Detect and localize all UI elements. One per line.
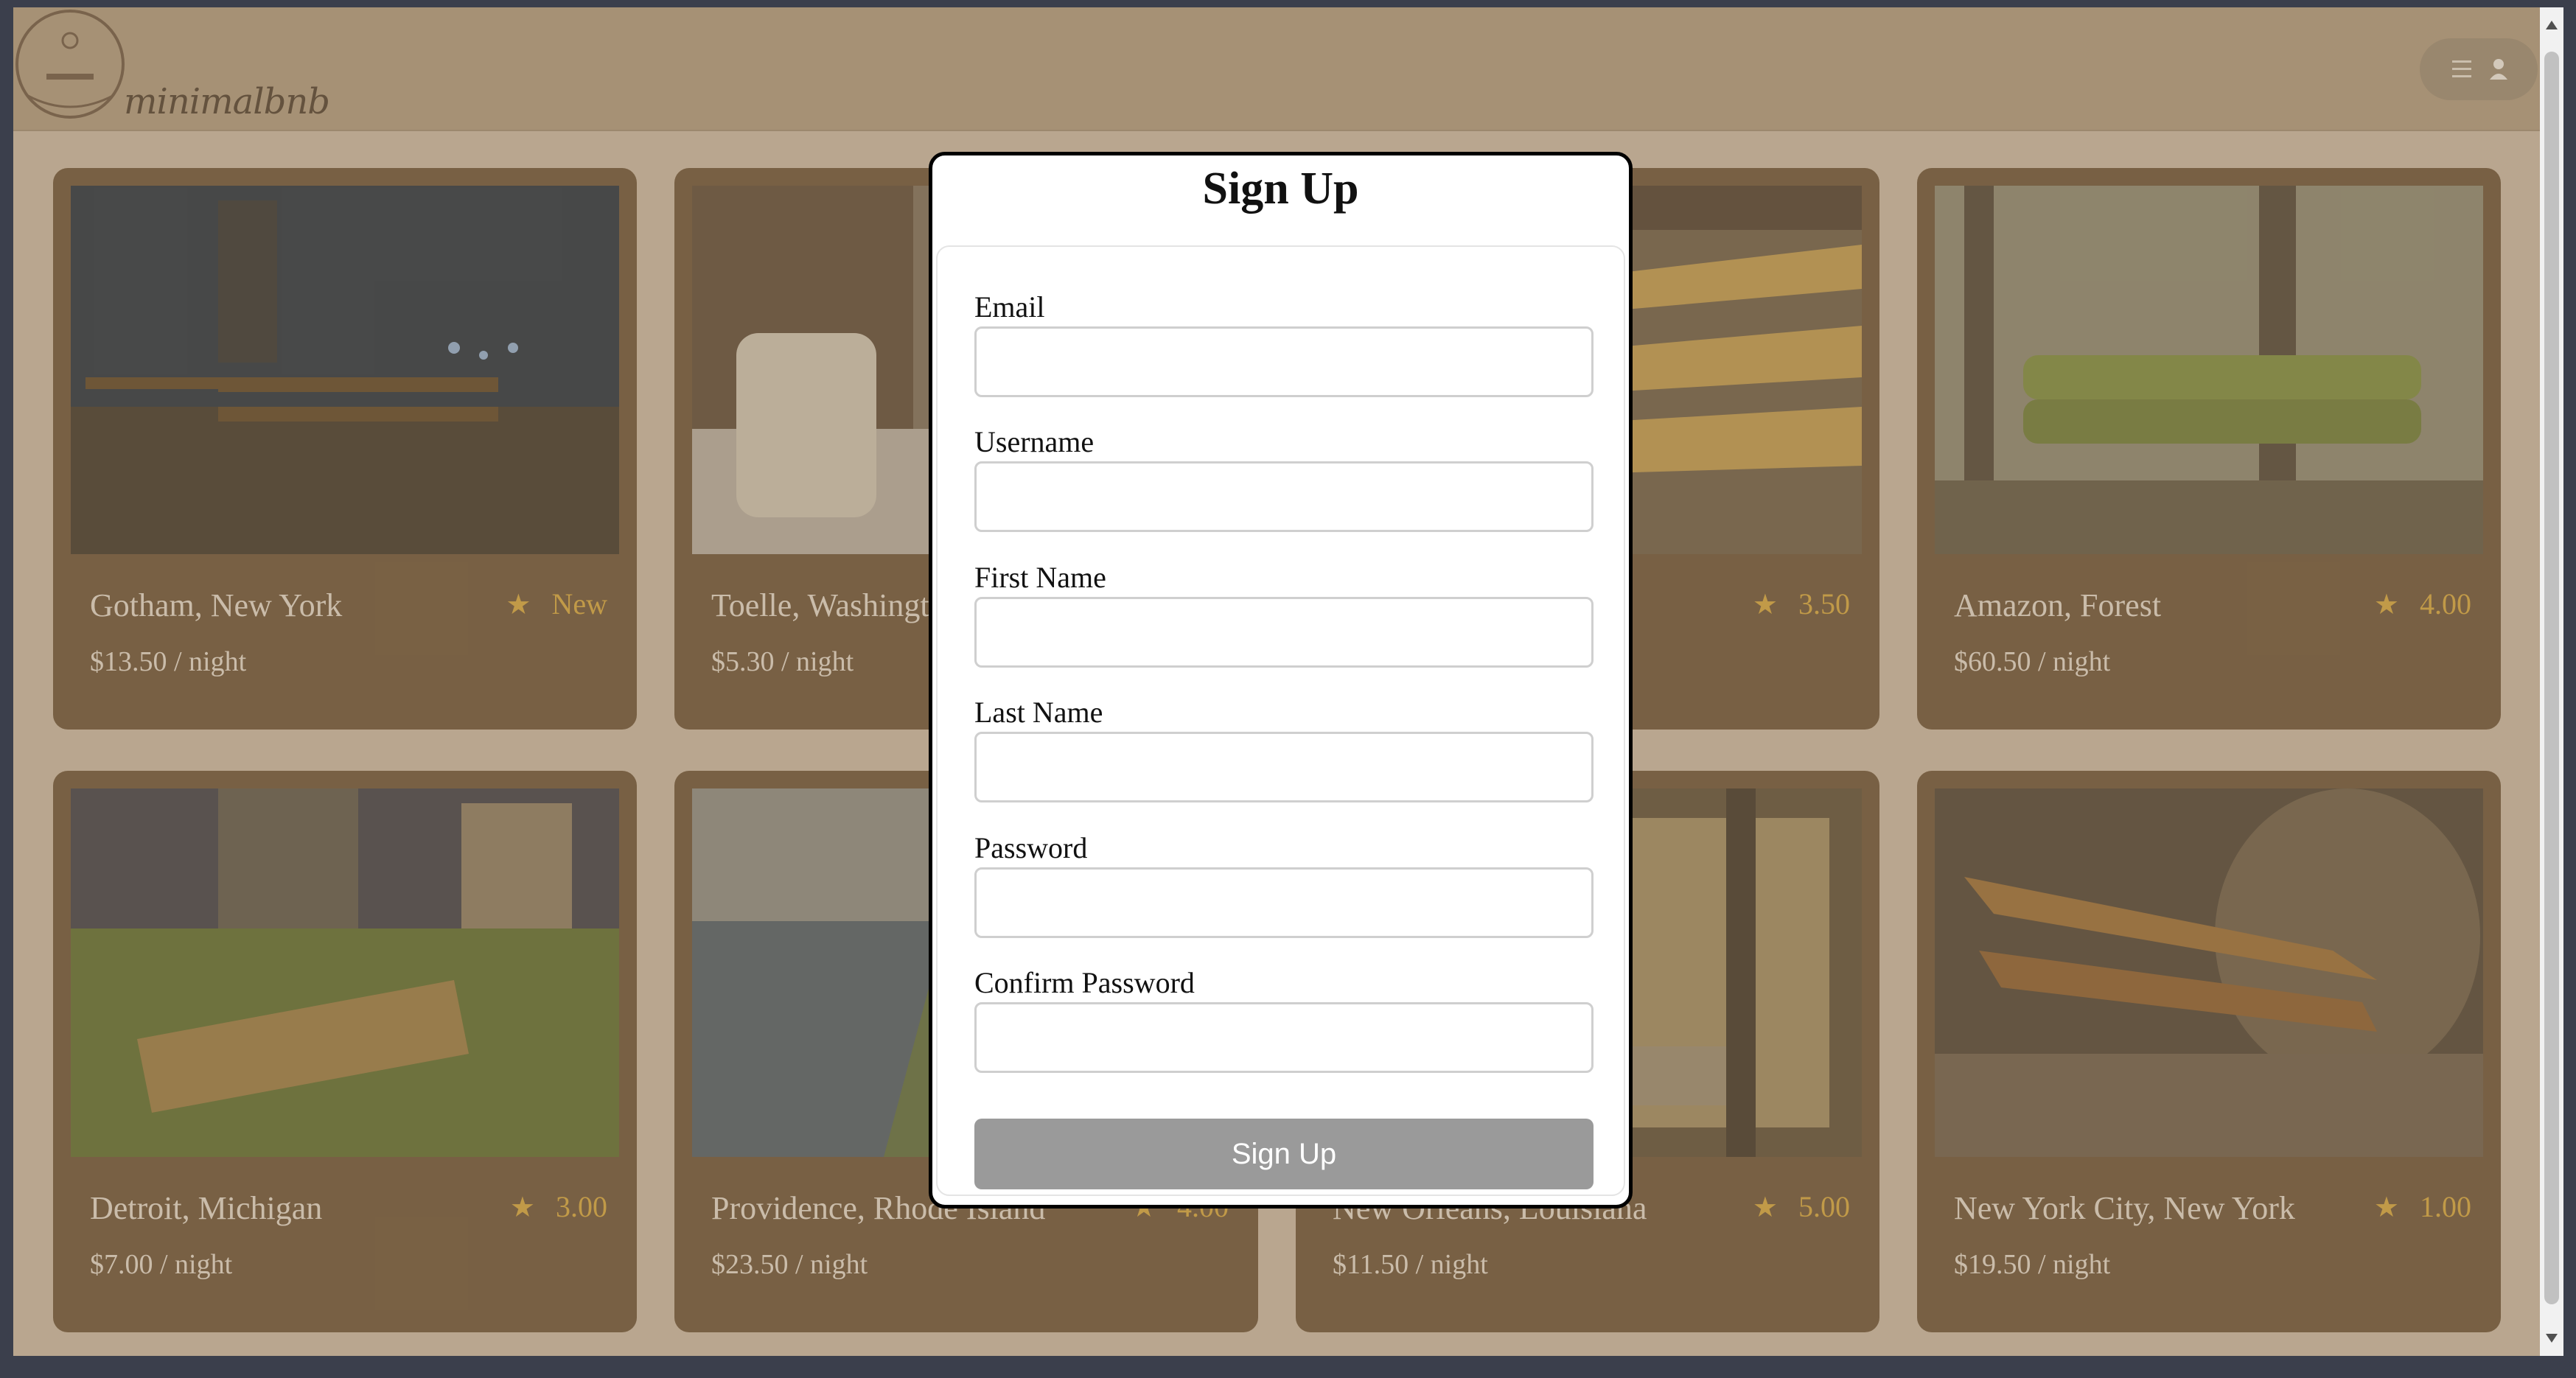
last-name-field[interactable] <box>974 732 1594 802</box>
first-name-label: First Name <box>974 561 1106 594</box>
scrollbar[interactable] <box>2540 7 2563 1356</box>
modal-title: Sign Up <box>1202 164 1359 214</box>
email-label: Email <box>974 290 1045 323</box>
scroll-down-arrow-icon[interactable] <box>2546 1334 2558 1343</box>
confirm-password-field[interactable] <box>974 1002 1594 1073</box>
scroll-up-arrow-icon[interactable] <box>2546 21 2558 29</box>
first-name-field[interactable] <box>974 597 1594 668</box>
scrollbar-thumb[interactable] <box>2544 52 2559 1304</box>
signup-modal: Sign Up Email Username First Name Last N… <box>929 152 1633 1209</box>
browser-viewport: Gotham, New York ★ New $13.50 / night Toe… <box>13 7 2540 1356</box>
password-field[interactable] <box>974 867 1594 938</box>
username-field[interactable] <box>974 461 1594 532</box>
username-label: Username <box>974 425 1095 458</box>
signup-form: Email Username First Name Last Name Pass… <box>936 245 1625 1196</box>
email-field[interactable] <box>974 326 1594 397</box>
signup-submit-button[interactable]: Sign Up <box>974 1119 1594 1189</box>
confirm-password-label: Confirm Password <box>974 966 1195 999</box>
last-name-label: Last Name <box>974 696 1103 729</box>
password-label: Password <box>974 831 1088 864</box>
